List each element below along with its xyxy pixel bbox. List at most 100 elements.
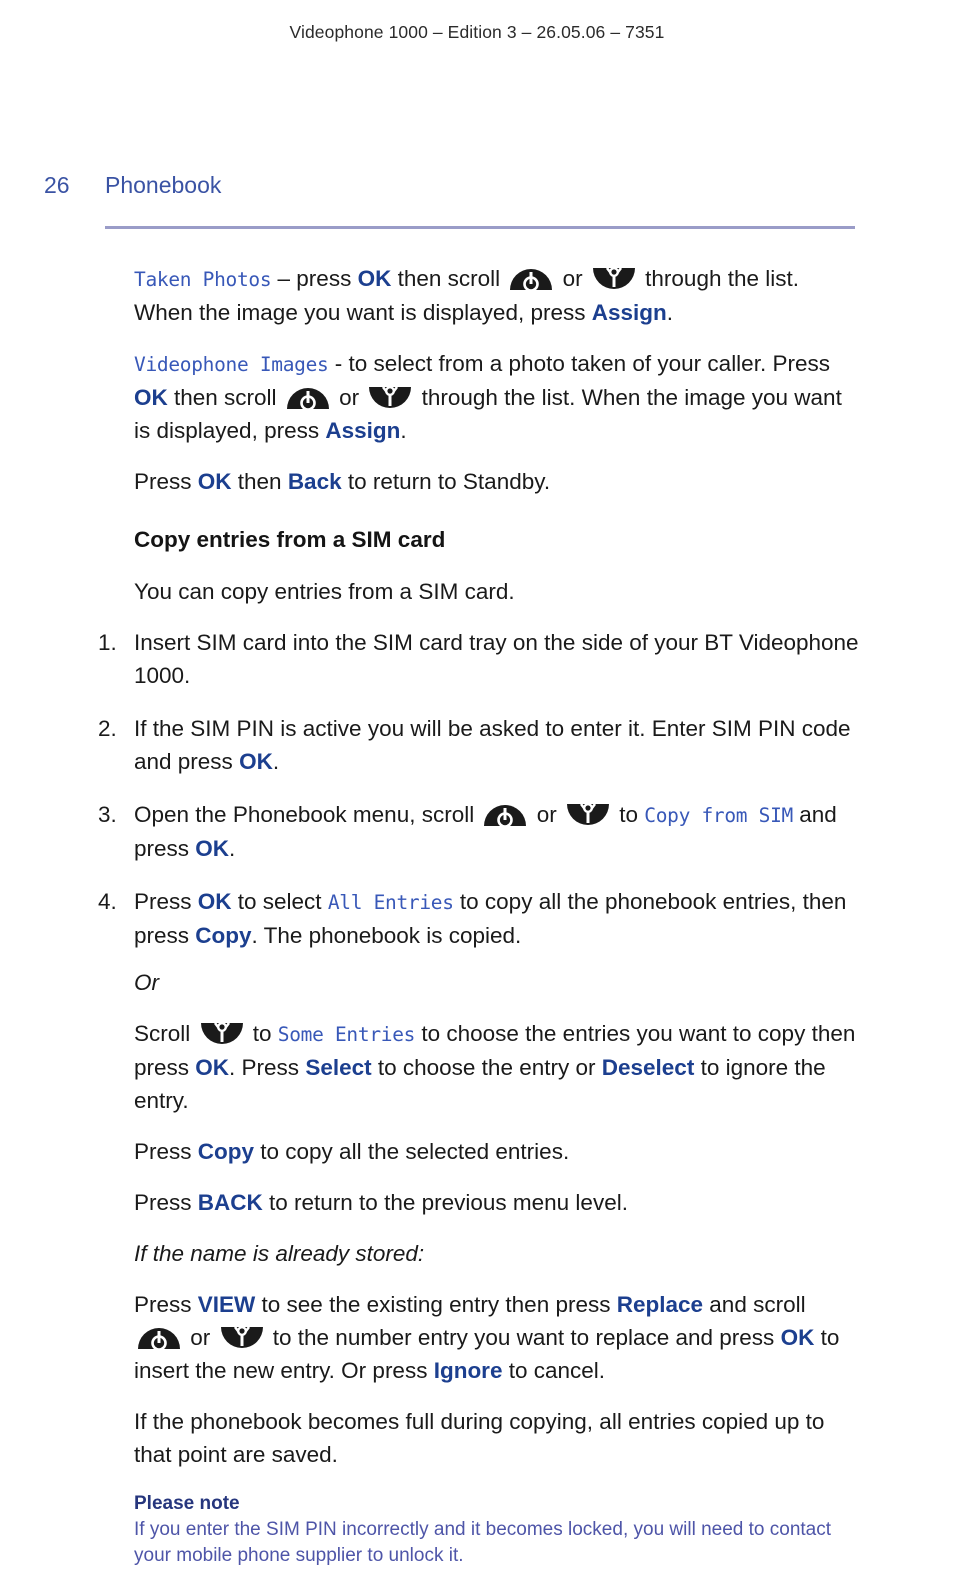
step-number: 3. [98,802,117,827]
text: and scroll [703,1292,806,1317]
step-2: 2. If the SIM PIN is active you will be a… [0,712,954,778]
paragraph-phonebook-full: If the phonebook becomes full during cop… [134,1409,825,1467]
header-divider [105,226,855,229]
text: or [184,1325,217,1350]
text: Press [134,469,198,494]
text: Press [134,1292,198,1317]
lcd-term-all-entries: All Entries [327,891,454,914]
text: to return to the previous menu level. [262,1190,628,1215]
step-number: 2. [98,716,117,741]
paragraph-name-already-stored: If the name is already stored: [134,1237,859,1270]
softkey-ok: OK [197,469,232,494]
paragraph-some-entries: Scroll to Some Entries to choose the ent… [134,1017,859,1117]
text: or [332,385,366,410]
please-note-body: If you enter the SIM PIN incorrectly and… [134,1519,832,1566]
rocker-down-icon [591,267,637,291]
text: Press [134,1190,198,1215]
text: Press [134,1139,198,1164]
step-1: 1. Insert SIM card into the SIM card tray… [0,626,954,692]
text: . [229,836,236,861]
lcd-term-some-entries: Some Entries [277,1023,416,1046]
text: to copy all the selected entries. [254,1139,570,1164]
subheading-copy-entries: Copy entries from a SIM card [134,527,446,552]
or-label: Or [134,970,159,995]
page-number: 26 [44,172,70,198]
rocker-up-icon [136,1326,182,1350]
text: . [272,749,280,774]
text: Press [134,889,198,914]
softkey-copy: Copy [197,1139,255,1164]
softkey-ok: OK [195,1055,230,1080]
softkey-ok: OK [195,836,230,861]
rocker-down-icon [199,1022,245,1046]
text: then [231,469,288,494]
softkey-deselect: Deselect [601,1055,695,1080]
italic-note: If the name is already stored: [134,1241,425,1266]
text: or [530,802,563,827]
page-content: Taken Photos – press OK then scroll or t… [0,262,954,1569]
text: - to select from a photo taken of your c… [328,351,830,376]
paragraph-view-replace: Press VIEW to see the existing entry the… [134,1288,859,1387]
text: to choose the entry or [371,1055,602,1080]
softkey-ok: OK [239,749,273,774]
paragraph-taken-photos: Taken Photos – press OK then scroll or t… [0,262,954,329]
step-4: 4. Press OK to select All Entries to copy… [0,885,954,1471]
text: to the number entry you want to replace … [266,1325,781,1350]
step-number: 1. [98,630,117,655]
please-note-block: Please note If you enter the SIM PIN inc… [0,1491,954,1569]
text: to return to Standby. [341,469,551,494]
text: Open the Phonebook menu, scroll [134,802,481,827]
softkey-assign: Assign [591,300,667,325]
step-number: 4. [98,889,117,914]
softkey-back: Back [287,469,342,494]
paragraph-press-back: Press BACK to return to the previous men… [134,1186,859,1219]
rocker-down-icon [367,386,413,410]
text: then scroll [391,266,507,291]
numbered-steps: 1. Insert SIM card into the SIM card tray… [0,626,954,1471]
text: to [612,802,645,827]
text: – press [271,266,358,291]
text: or [556,266,589,291]
softkey-assign: Assign [325,418,401,443]
section-title: Phonebook [105,172,222,198]
paragraph-return-standby: Press OK then Back to return to Standby. [0,465,954,498]
rocker-down-icon [565,803,611,827]
softkey-back: BACK [197,1190,263,1215]
paragraph-videophone-images: Videophone Images - to select from a pho… [0,347,954,447]
paragraph-press-copy: Press Copy to copy all the selected entr… [134,1135,859,1168]
softkey-ok: OK [134,385,168,410]
text: to [246,1021,278,1046]
lcd-term-videophone-images: Videophone Images [134,353,329,376]
page-header: 26 Phonebook [44,172,910,199]
softkey-copy: Copy [195,923,252,948]
text: then scroll [167,385,283,410]
softkey-ignore: Ignore [433,1358,503,1383]
softkey-view: VIEW [197,1292,256,1317]
step-4-subcontent: Or Scroll to Some Entries to choose the … [134,966,859,1471]
softkey-ok: OK [357,266,392,291]
rocker-up-icon [285,386,331,410]
softkey-select: Select [305,1055,372,1080]
softkey-replace: Replace [616,1292,704,1317]
rocker-up-icon [508,267,554,291]
text: Scroll [134,1021,197,1046]
running-header: Videophone 1000 – Edition 3 – 26.05.06 –… [289,22,665,42]
paragraph-or: Or [134,966,859,999]
softkey-ok: OK [780,1325,815,1350]
text: to cancel. [502,1358,606,1383]
text: . [666,300,674,325]
text: . [400,418,407,443]
softkey-ok: OK [197,889,232,914]
rocker-down-icon [219,1326,265,1350]
please-note-title: Please note [134,1493,240,1514]
text: . The phonebook is copied. [251,923,522,948]
text: to select [231,889,328,914]
text: . Press [229,1055,306,1080]
rocker-up-icon [482,803,528,827]
lcd-term-taken-photos: Taken Photos [134,268,272,291]
paragraph-intro: You can copy entries from a SIM card. [134,579,515,604]
lcd-term-copy-from-sim: Copy from SIM [644,804,793,827]
step-3: 3. Open the Phonebook menu, scroll or to … [0,798,954,865]
text: Insert SIM card into the SIM card tray o… [134,630,859,688]
text: to see the existing entry then press [255,1292,617,1317]
